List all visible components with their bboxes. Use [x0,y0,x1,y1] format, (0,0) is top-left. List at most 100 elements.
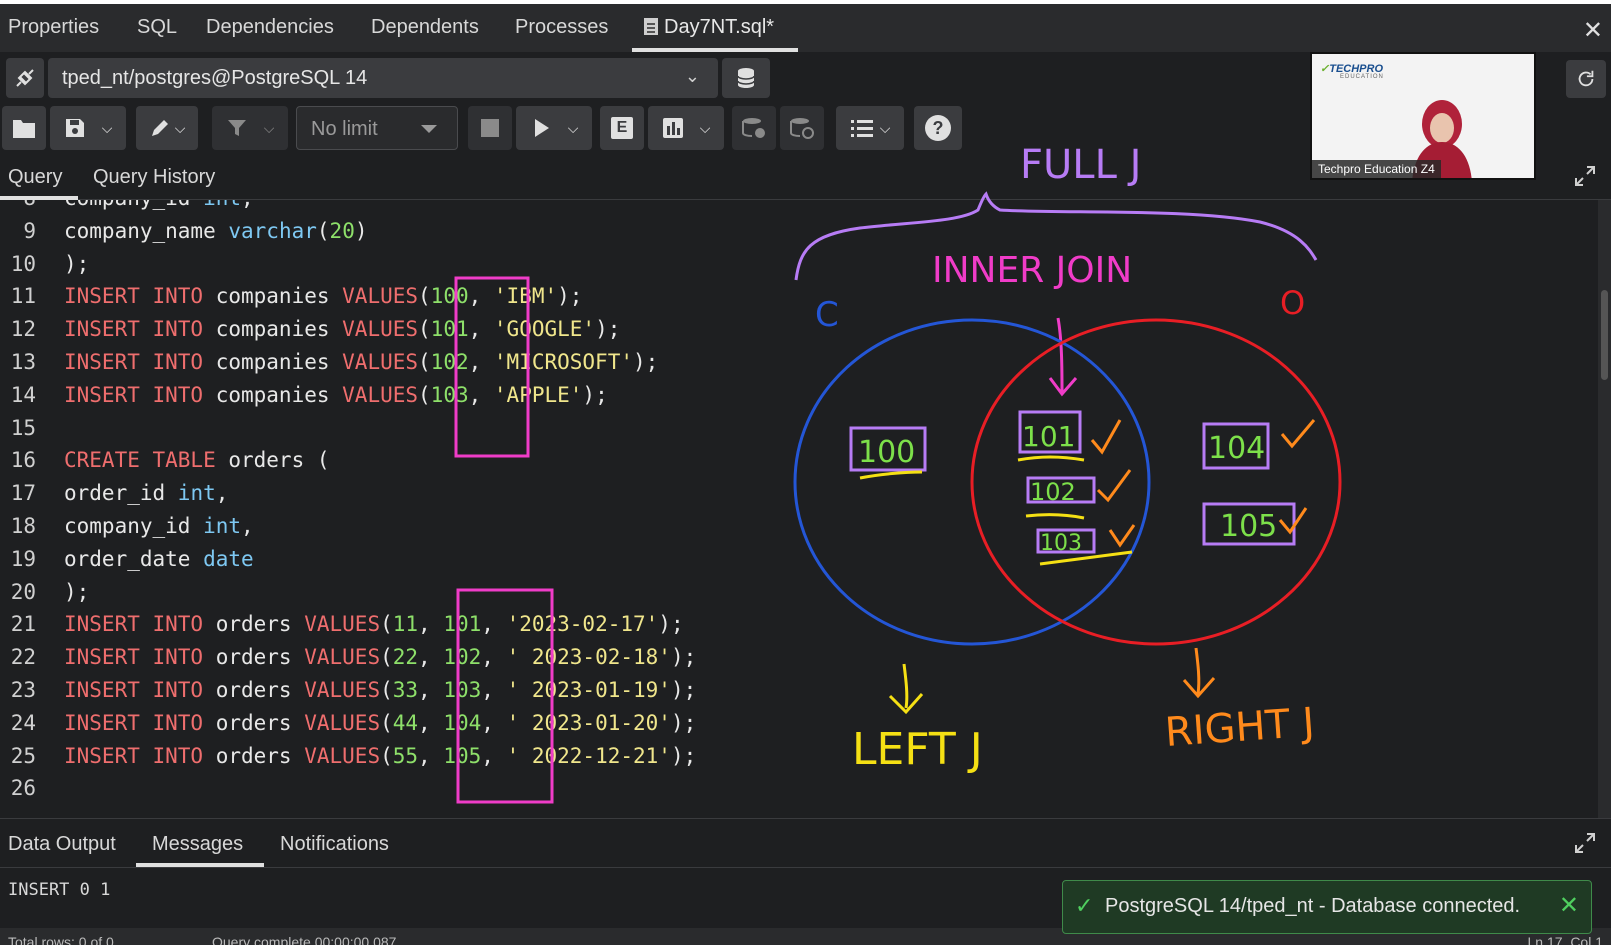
code-token: VALUES [304,743,381,768]
expand-icon[interactable] [1573,164,1597,188]
tab-processes[interactable]: Processes [515,16,608,39]
code-token: int [203,514,242,538]
code-text: INSERT INTO orders VALUES(11, 101, '2023… [64,612,684,636]
code-token: orders [203,710,305,735]
play-icon [534,119,549,137]
row-limit-value: No limit [311,118,378,140]
code-text: INSERT INTO orders VALUES(44, 104, ' 202… [64,711,696,735]
stop-button[interactable] [468,106,512,150]
connection-label: tped_nt/postgres@PostgreSQL 14 [62,67,368,89]
code-token: , [418,710,444,735]
code-token: , [481,710,507,735]
status-cursor: Ln 17, Col 1 [1527,934,1604,945]
expand-icon[interactable] [1573,831,1597,855]
code-token: '2023-02-17' [506,612,659,637]
rollback-icon [790,118,814,139]
tab-query[interactable]: Query [8,166,62,189]
code-token: INSERT INTO [64,678,204,702]
code-token: , [418,612,444,637]
code-token: orders [203,743,305,768]
connection-select[interactable]: tped_nt/postgres@PostgreSQL 14 ⌄ [48,58,718,98]
line-number: 18 [10,514,36,538]
code-token: ) [354,218,368,243]
tab-notifications[interactable]: Notifications [280,833,389,856]
tab-data-output[interactable]: Data Output [8,833,116,856]
explain-analyze-button[interactable]: ⌵ [648,106,724,150]
code-token: ' 2023-02-18' [506,645,671,670]
code-token: INSERT INTO [64,710,204,735]
code-token: VALUES [304,678,381,702]
explain-button[interactable]: E [600,106,644,150]
code-token: int [177,481,216,506]
line-number: 25 [10,743,36,768]
code-token: ); [595,317,621,342]
code-token: ( [418,317,431,342]
refresh-button[interactable] [1566,60,1606,98]
line-number: 21 [10,612,36,637]
code-token: companies [203,284,343,309]
code-token: 101 [443,612,482,637]
help-button[interactable]: ? [914,106,962,150]
tab-query-file[interactable]: Day7NT.sql* [644,16,774,39]
tab-properties[interactable]: Properties [8,16,99,39]
line-number: 10 [10,251,36,276]
scrollbar-thumb[interactable] [1601,290,1608,380]
tab-query-history[interactable]: Query History [93,166,215,189]
code-token: ( [380,743,393,768]
connection-status-button[interactable] [6,58,44,98]
code-token: 'MICROSOFT' [493,350,633,374]
code-token: INSERT INTO [64,645,204,670]
code-token: INSERT INTO [64,612,204,637]
close-icon[interactable]: ✕ [1559,891,1579,920]
line-number: 11 [10,284,36,309]
sql-editor[interactable]: 8company_id int,9company_name varchar(20… [0,200,1598,818]
save-button[interactable]: ⌵ [50,106,126,150]
line-number: 9 [23,218,36,243]
code-token: INSERT INTO [64,743,204,768]
commit-button[interactable] [732,106,776,150]
code-token: ); [582,382,608,407]
code-token: int [203,200,241,210]
code-text: INSERT INTO orders VALUES(55, 105, ' 202… [64,744,696,768]
code-token: 33 [392,678,419,702]
editor-scrollbar[interactable] [1598,200,1611,818]
rollback-button[interactable] [780,106,824,150]
tab-sql[interactable]: SQL [137,16,177,39]
line-number: 20 [10,579,36,604]
code-text: ); [64,580,89,604]
row-limit-select[interactable]: No limit [296,106,458,150]
filter-button[interactable]: ⌵ [212,106,288,150]
code-token: VALUES [342,382,419,407]
tab-dependencies[interactable]: Dependencies [206,16,334,39]
webcam-overlay: ✓TECHPRO EDUCATION Techpro Education Z4 [1310,52,1536,180]
open-file-button[interactable] [2,106,46,150]
edit-button[interactable]: ⌵ [136,106,198,150]
code-token: ); [658,612,684,637]
code-token: order_date [64,546,204,571]
code-token: ( [380,645,393,670]
tab-dependents[interactable]: Dependents [371,16,479,39]
line-number: 12 [10,317,36,342]
toast-message: PostgreSQL 14/tped_nt - Database connect… [1105,895,1521,917]
refresh-icon [1578,70,1594,87]
code-token: ); [670,743,697,768]
tab-messages[interactable]: Messages [152,833,243,856]
caret-down-icon [421,125,437,133]
code-token: , [418,678,444,702]
line-number: 17 [10,481,36,506]
code-text: INSERT INTO companies VALUES(101, 'GOOGL… [64,317,620,341]
database-icon [737,68,755,88]
commit-icon [742,118,765,138]
code-token: VALUES [342,284,419,309]
code-token: 103 [430,382,469,407]
plug-icon [16,69,34,87]
code-token: companies [203,382,343,407]
code-text: company_id int, [64,200,254,210]
code-token: 55 [392,743,419,768]
execute-button[interactable]: ⌵ [516,106,592,150]
close-icon[interactable]: ✕ [1583,16,1603,45]
macros-button[interactable]: ⌵ [836,106,904,150]
code-token: ' 2023-01-19' [506,678,671,702]
new-connection-button[interactable] [722,58,770,98]
code-token: 103 [443,678,482,702]
